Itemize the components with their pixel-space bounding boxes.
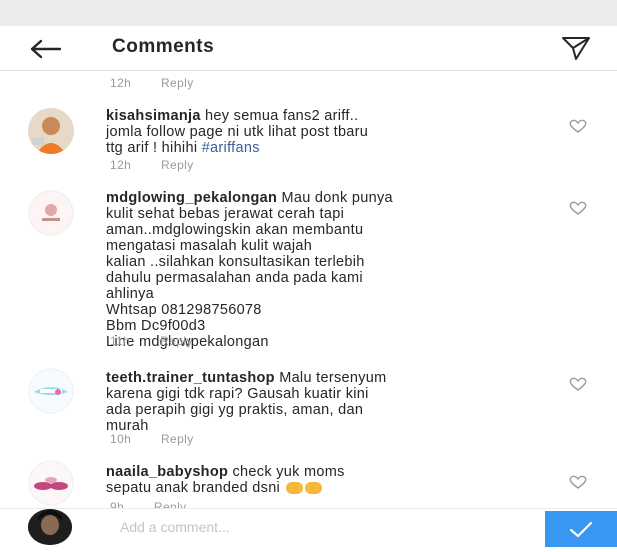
direct-send-button[interactable] [560,34,592,62]
avatar[interactable] [28,108,74,154]
comment-time: 10h [110,432,132,446]
comment-time: 12h [110,158,132,172]
comment-text: Bbm Dc9f00d3 [106,318,206,334]
emoji-icon [305,482,323,495]
comment-text: hey semua fans2 ariff.. [205,108,359,124]
avatar-image [28,108,74,154]
add-comment-input[interactable] [118,515,522,539]
avatar-image [28,460,74,506]
reply-button[interactable]: Reply [161,158,194,172]
comment-username[interactable]: mdglowing_pekalongan [106,190,277,206]
comment-username[interactable]: teeth.trainer_tuntashop [106,370,275,386]
checkmark-icon [569,521,593,538]
comment-meta: 11h Reply [110,334,193,348]
comment-text: kalian ..silahkan konsultasikan terlebih [106,254,365,270]
previous-comment-meta: 12h Reply [110,76,194,90]
like-button[interactable] [568,118,588,134]
avatar-image [28,509,72,545]
comment-text: ada perapih gigi yg praktis, aman, dan [106,402,364,418]
comment-text: kulit sehat bebas jerawat cerah tapi [106,206,345,222]
comment-text: ttg arif ! hihihi [106,140,198,156]
comment-item: kisahsimanja hey semua fans2 ariff.. jom… [0,104,617,184]
avatar[interactable] [28,368,74,414]
comment-text: dahulu permasalahan anda pada kami [106,270,363,286]
comment-text: sepatu anak branded dsni [106,480,281,496]
heart-icon [569,377,587,391]
comment-text: karena gigi tdk rapi? Gausah kuatir kini [106,386,369,402]
reply-button[interactable]: Reply [161,76,194,90]
avatar-image [28,368,74,414]
heart-icon [569,201,587,215]
comment-body: kisahsimanja hey semua fans2 ariff.. jom… [106,108,546,156]
comment-username[interactable]: kisahsimanja [106,108,201,124]
comment-body: naaila_babyshop check yuk moms sepatu an… [106,464,546,496]
reply-button[interactable]: Reply [161,432,194,446]
comment-text: mengatasi masalah kulit wajah [106,238,313,254]
comment-username[interactable]: naaila_babyshop [106,464,228,480]
comment-text: ahlinya [106,286,155,302]
avatar[interactable] [28,460,74,506]
comment-text: Whtsap 081298756078 [106,302,262,318]
comment-text: Mau donk punya [281,190,393,206]
page-title: Comments [112,36,215,57]
status-bar [0,0,617,26]
comments-list[interactable]: 12h Reply kisahsimanja hey semua fans2 a… [0,70,617,510]
avatar[interactable] [28,190,74,236]
comment-meta: 10h Reply [110,432,194,446]
reply-button[interactable]: Reply [160,334,193,348]
avatar-image [28,190,74,236]
header-bar: Comments [0,26,617,71]
current-user-avatar [28,509,72,545]
like-button[interactable] [568,200,588,216]
arrow-left-icon [30,39,62,59]
heart-icon [569,119,587,133]
comment-item: naaila_babyshop check yuk moms sepatu an… [0,460,617,510]
heart-icon [569,475,587,489]
comment-item: mdglowing_pekalongan Mau donk punya kuli… [0,186,617,366]
hashtag-link[interactable]: #ariffans [202,140,260,156]
comment-composer [0,508,617,547]
comment-text: jomla follow page ni utk lihat post tbar… [106,124,369,140]
comment-meta: 12h Reply [110,158,194,172]
like-button[interactable] [568,376,588,392]
comment-item: teeth.trainer_tuntashop Malu tersenyum k… [0,366,617,452]
back-button[interactable] [28,36,64,62]
comment-text: sepatu anak branded dsni [106,480,546,496]
direct-send-icon [562,37,590,60]
like-button[interactable] [568,474,588,490]
comment-body: teeth.trainer_tuntashop Malu tersenyum k… [106,370,546,434]
comment-time: 11h [110,334,131,348]
emoji-icon [286,482,304,495]
comment-text: check yuk moms [232,464,345,480]
post-comment-button[interactable] [545,511,617,547]
comment-time: 12h [110,76,132,90]
comment-body: mdglowing_pekalongan Mau donk punya kuli… [106,190,546,350]
comment-text: Malu tersenyum [279,370,387,386]
comment-text: aman..mdglowingskin akan membantu [106,222,364,238]
